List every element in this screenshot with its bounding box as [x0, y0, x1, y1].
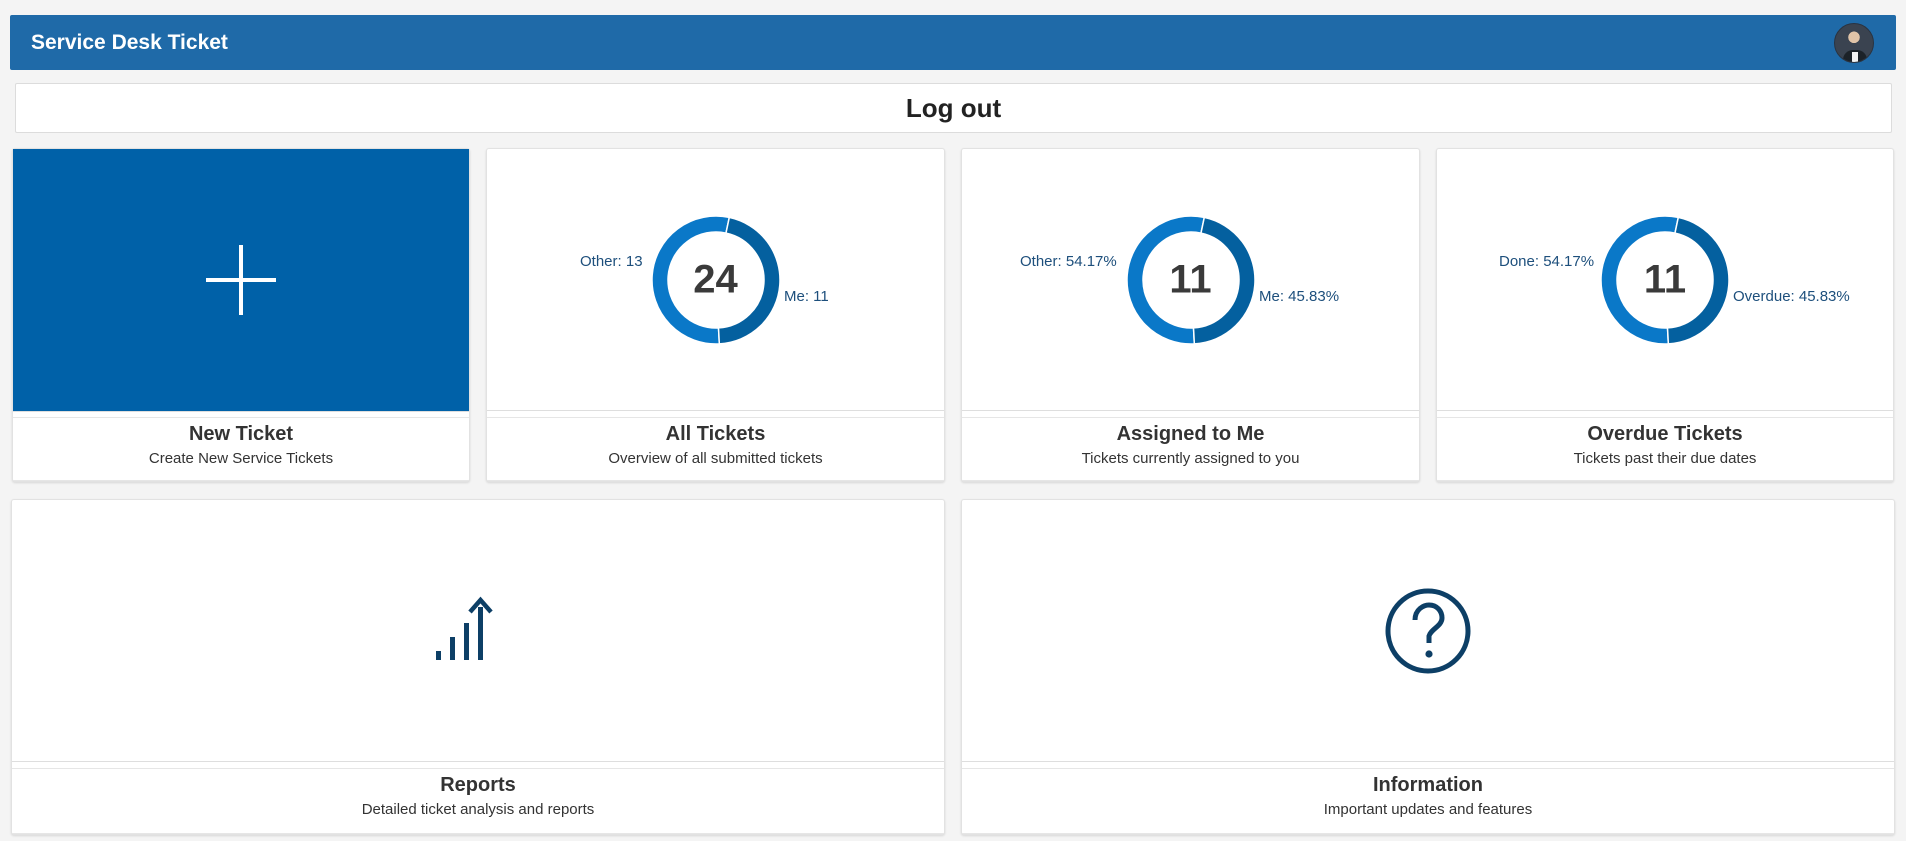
- overdue-visual: 11 Done: 54.17% Overdue: 45.83%: [1437, 149, 1893, 411]
- tile-subtitle: Overview of all submitted tickets: [608, 450, 823, 467]
- overdue-tickets-tile[interactable]: 11 Done: 54.17% Overdue: 45.83% Overdue …: [1436, 148, 1894, 482]
- information-tile[interactable]: Information Important updates and featur…: [961, 499, 1895, 835]
- all-tickets-tile[interactable]: 24 Other: 13 Me: 11 All Tickets Overview…: [486, 148, 945, 482]
- assigned-visual: 11 Other: 54.17% Me: 45.83%: [962, 149, 1419, 411]
- assigned-to-me-tile[interactable]: 11 Other: 54.17% Me: 45.83% Assigned to …: [961, 148, 1420, 482]
- donut-left-label: Other: 54.17%: [1020, 253, 1117, 270]
- information-visual: [962, 500, 1894, 762]
- tile-title: New Ticket: [188, 423, 294, 445]
- app-header: Service Desk Ticket: [10, 15, 1896, 70]
- reports-caption: Reports Detailed ticket analysis and rep…: [12, 768, 944, 834]
- question-circle-icon: [1385, 588, 1471, 674]
- reports-visual: [12, 500, 944, 762]
- tile-title: Reports: [440, 774, 516, 796]
- donut-right-label: Me: 45.83%: [1259, 288, 1340, 305]
- bar-chart-arrow-icon: [436, 596, 493, 660]
- information-caption: Information Important updates and featur…: [962, 768, 1894, 834]
- tile-subtitle: Tickets past their due dates: [1573, 450, 1757, 467]
- tile-subtitle: Important updates and features: [1323, 801, 1533, 818]
- overdue-caption: Overdue Tickets Tickets past their due d…: [1437, 417, 1893, 481]
- tile-subtitle: Create New Service Tickets: [148, 450, 334, 467]
- app-title: Service Desk Ticket: [31, 30, 228, 54]
- donut-right-label: Overdue: 45.83%: [1733, 288, 1850, 305]
- reports-tile[interactable]: Reports Detailed ticket analysis and rep…: [11, 499, 945, 835]
- assigned-caption: Assigned to Me Tickets currently assigne…: [962, 417, 1419, 481]
- donut-left-label: Other: 13: [580, 253, 643, 270]
- donut-center-value: 24: [693, 257, 738, 302]
- donut-right-label: Me: 11: [784, 288, 829, 305]
- donut-center-value: 11: [1643, 257, 1687, 302]
- user-avatar[interactable]: [1834, 22, 1874, 63]
- donut-left-label: Done: 54.17%: [1499, 253, 1595, 270]
- new-ticket-visual: [13, 149, 469, 412]
- donut-center-value: 11: [1169, 257, 1212, 302]
- logout-button[interactable]: Log out: [15, 83, 1892, 133]
- new-ticket-caption: New Ticket Create New Service Tickets: [13, 417, 469, 481]
- tile-title: Overdue Tickets: [1587, 423, 1743, 445]
- tile-subtitle: Detailed ticket analysis and reports: [361, 801, 595, 818]
- tile-subtitle: Tickets currently assigned to you: [1081, 450, 1300, 467]
- all-tickets-visual: 24 Other: 13 Me: 11: [487, 149, 944, 411]
- tile-title: All Tickets: [665, 423, 766, 445]
- tile-title: Information: [1373, 774, 1483, 796]
- new-ticket-tile[interactable]: New Ticket Create New Service Tickets: [12, 148, 470, 482]
- all-tickets-caption: All Tickets Overview of all submitted ti…: [487, 417, 944, 481]
- tile-title: Assigned to Me: [1116, 423, 1265, 445]
- avatar-shirt: [1852, 51, 1858, 62]
- plus-icon: [206, 245, 276, 315]
